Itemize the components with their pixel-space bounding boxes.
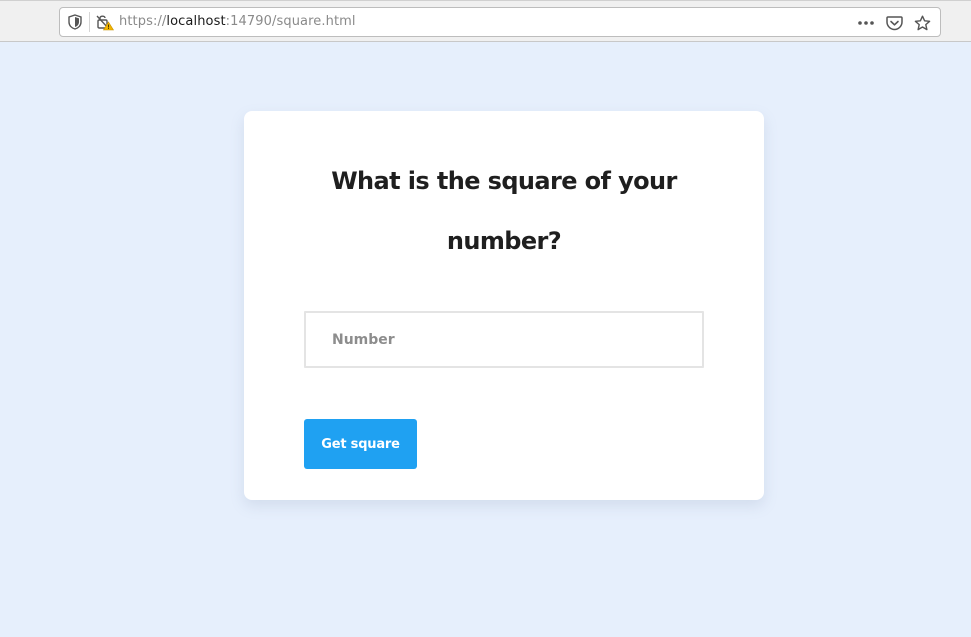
address-bar[interactable]: https://localhost:14790/square.html [59,7,941,37]
url-text[interactable]: https://localhost:14790/square.html [119,14,356,29]
star-icon[interactable] [908,12,936,34]
insecure-lock-warning-icon[interactable] [96,13,115,31]
page-title: What is the square of your number? [331,167,677,255]
square-card: What is the square of your number? Get s… [244,111,764,500]
address-bar-actions [852,12,936,34]
shield-icon[interactable] [68,14,82,30]
pocket-icon[interactable] [880,12,908,34]
url-path: :14790/square.html [225,14,356,29]
number-input[interactable] [304,311,704,368]
address-bar-divider [89,12,90,32]
browser-toolbar: https://localhost:14790/square.html [0,0,971,42]
url-scheme: https:// [119,14,167,29]
url-host: localhost [166,14,226,29]
ellipsis-icon[interactable] [852,12,880,34]
get-square-button[interactable]: Get square [304,419,417,469]
